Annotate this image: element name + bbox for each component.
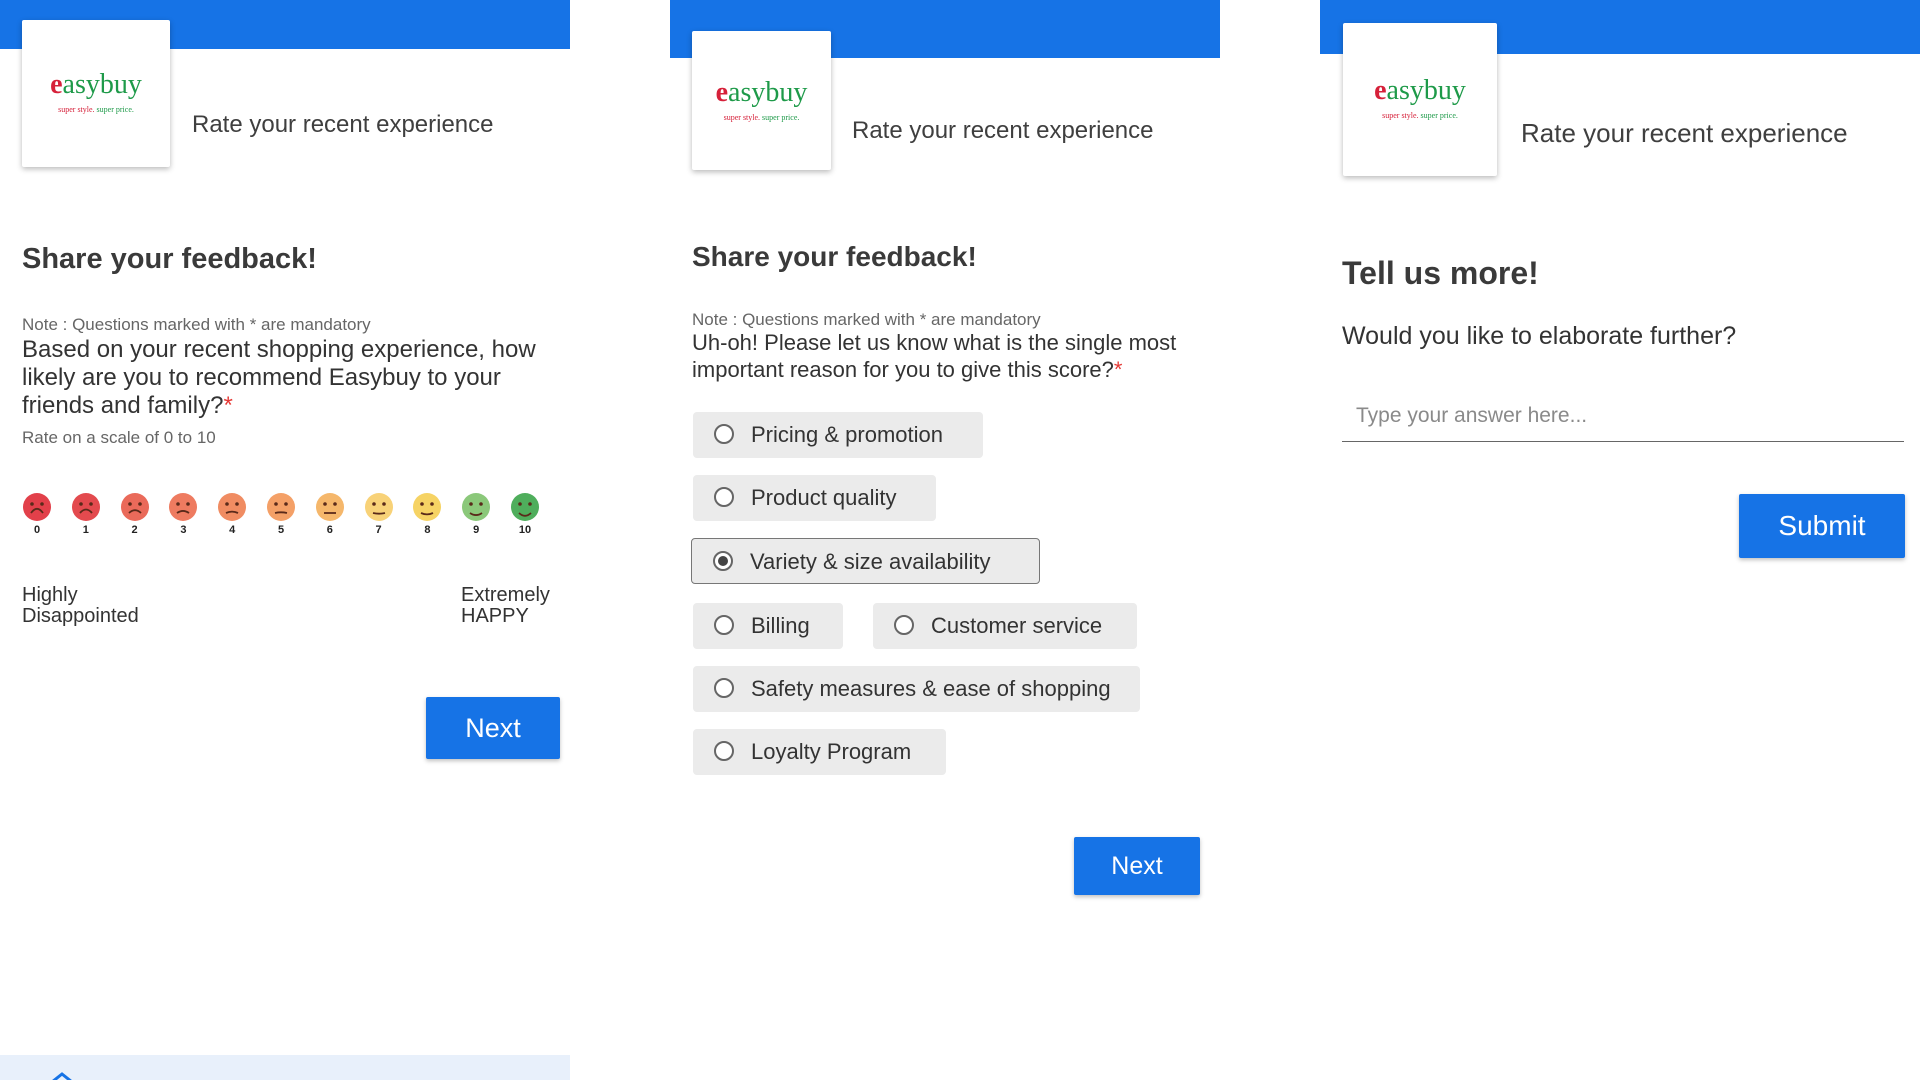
face-dizzy-icon: [23, 493, 51, 521]
option-billing[interactable]: Billing: [693, 603, 843, 649]
logo-wordmark: easybuy: [50, 69, 142, 100]
face-big-grin-icon: [462, 493, 491, 521]
logo-wordmark: easybuy: [715, 77, 808, 108]
rating-option-8[interactable]: 8: [407, 492, 447, 536]
option-safety-measures[interactable]: Safety measures & ease of shopping: [693, 666, 1140, 712]
nps-question: Based on your recent shopping experience…: [22, 336, 536, 419]
header-title: Rate your recent experience: [852, 117, 1154, 144]
mandatory-note: Note : Questions marked with * are manda…: [22, 315, 371, 334]
radio-button[interactable]: [714, 678, 734, 698]
reason-question: Uh-oh! Please let us know what is the si…: [692, 330, 1177, 382]
brand-logo: easybuy super style. super price.: [22, 20, 170, 167]
rating-option-10[interactable]: 10: [505, 492, 545, 536]
rating-option-9[interactable]: 9: [456, 492, 496, 536]
page-heading: Share your feedback!: [22, 243, 317, 275]
footer-strip: [0, 1055, 570, 1080]
rating-option-4[interactable]: 4: [212, 492, 252, 536]
rating-option-1[interactable]: 1: [66, 492, 106, 536]
face-slight-frown-icon: [218, 493, 247, 521]
rating-number: 1: [82, 524, 89, 536]
face-heart-eyes-icon: [511, 493, 539, 521]
chevron-icon: [52, 1072, 72, 1080]
option-product-quality[interactable]: Product quality: [693, 475, 936, 521]
rating-option-6[interactable]: 6: [310, 492, 350, 536]
option-pricing-promotion[interactable]: Pricing & promotion: [693, 412, 983, 458]
answer-input[interactable]: [1342, 390, 1904, 442]
rating-panel: easybuy super style. super price. Rate y…: [0, 0, 570, 1080]
rating-number: 4: [229, 524, 236, 536]
radio-button[interactable]: [894, 615, 914, 635]
rating-number: 8: [424, 524, 431, 536]
reason-panel: easybuy super style. super price. Rate y…: [670, 0, 1220, 1080]
logo-tagline: super style. super price.: [1382, 111, 1458, 120]
rating-option-0[interactable]: 0: [17, 492, 57, 536]
rating-number: 7: [375, 524, 382, 536]
face-disappointed-icon: [120, 493, 149, 521]
mandatory-note: Note : Questions marked with * are manda…: [692, 310, 1041, 329]
rating-option-3[interactable]: 3: [163, 492, 203, 536]
radio-button[interactable]: [714, 487, 734, 507]
rating-option-5[interactable]: 5: [261, 492, 301, 536]
rating-number: 10: [518, 524, 532, 536]
header-title: Rate your recent experience: [192, 111, 494, 138]
rating-number: 0: [33, 524, 41, 536]
required-asterisk: *: [223, 392, 233, 419]
radio-button[interactable]: [714, 615, 734, 635]
page-heading: Share your feedback!: [692, 241, 977, 272]
radio-button[interactable]: [714, 424, 734, 444]
logo-tagline: super style. super price.: [58, 105, 134, 114]
logo-wordmark: easybuy: [1374, 75, 1466, 106]
rating-option-7[interactable]: 7: [359, 492, 399, 536]
face-squint-angry-icon: [71, 493, 100, 521]
rating-number: 6: [326, 524, 333, 536]
radio-dot: [718, 556, 728, 566]
radio-button-selected[interactable]: [713, 551, 733, 571]
page-heading: Tell us more!: [1342, 255, 1539, 291]
radio-button[interactable]: [714, 741, 734, 761]
option-customer-service[interactable]: Customer service: [873, 603, 1137, 649]
rating-option-2[interactable]: 2: [115, 492, 155, 536]
rating-number: 9: [473, 524, 480, 536]
option-loyalty-program[interactable]: Loyalty Program: [693, 729, 946, 775]
rating-scale: 0 1 2 3 4 5 6 7 8 9 10: [22, 492, 562, 542]
face-frown-icon: [169, 493, 198, 521]
elaborate-question: Would you like to elaborate further?: [1342, 322, 1737, 350]
submit-button[interactable]: Submit: [1739, 494, 1905, 558]
face-neutral-icon: [364, 493, 393, 521]
required-asterisk: *: [1113, 357, 1123, 382]
scale-hint: Rate on a scale of 0 to 10: [22, 428, 216, 447]
rating-number: 3: [180, 524, 187, 536]
face-grin-icon: [413, 493, 442, 521]
elaborate-panel: easybuy super style. super price. Rate y…: [1320, 0, 1920, 1080]
next-button[interactable]: Next: [426, 697, 560, 759]
rating-number: 2: [131, 524, 138, 536]
header-title: Rate your recent experience: [1521, 118, 1848, 148]
high-end-label: Extremely HAPPY: [461, 584, 550, 627]
low-end-label: Highly Disappointed: [22, 584, 139, 627]
brand-logo: easybuy super style. super price.: [1343, 23, 1497, 176]
rating-number: 5: [277, 524, 285, 536]
logo-tagline: super style. super price.: [723, 113, 800, 122]
next-button[interactable]: Next: [1074, 837, 1200, 895]
face-slight-smile-icon: [267, 493, 295, 521]
option-variety-size-availability[interactable]: Variety & size availability: [691, 538, 1040, 584]
face-expressionless-icon: [315, 493, 344, 521]
brand-logo: easybuy super style. super price.: [692, 31, 831, 170]
